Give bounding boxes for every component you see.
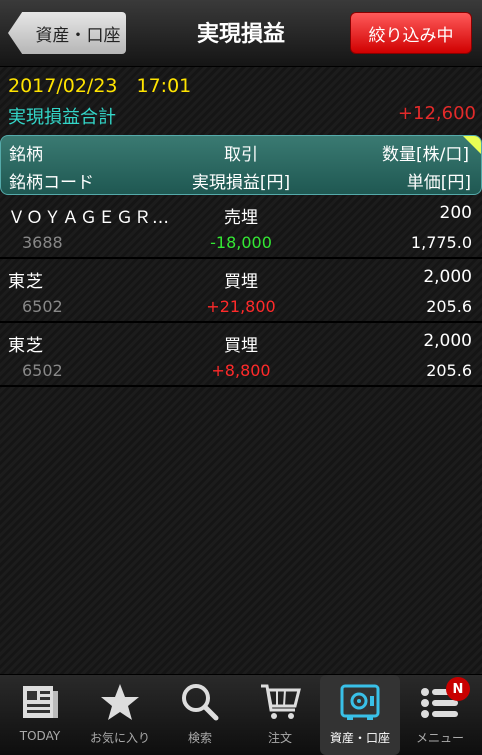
row-price: 205.6 (426, 361, 472, 380)
row-trade: 売埋 (224, 208, 258, 228)
row-qty: 200 (439, 203, 472, 223)
search-icon (160, 681, 240, 723)
content-area[interactable]: 2017/02/23 17:01 実現損益合計 +12,600 銘柄 取引 数量… (0, 67, 482, 674)
row-qty: 2,000 (423, 267, 472, 287)
tab-today[interactable]: TODAY (0, 675, 80, 755)
tab-label: 検索 (187, 731, 212, 745)
tab-order[interactable]: 注文 (240, 675, 320, 755)
tab-label: TODAY (19, 729, 61, 743)
tab-label: 注文 (267, 731, 292, 745)
header-bar: 資産・口座 実現損益 絞り込み中 (0, 0, 482, 67)
star-icon (80, 681, 160, 723)
tab-assets[interactable]: 資産・口座 (320, 675, 400, 755)
summary-value: +12,600 (397, 103, 476, 124)
safe-icon (320, 681, 400, 723)
table-row[interactable]: ＶＯＹＡＧＥＧＲ… 3688 売埋 -18,000 200 1,775.0 (0, 195, 482, 259)
table-row[interactable]: 東芝 6502 買埋 +8,800 2,000 205.6 (0, 323, 482, 387)
tab-search[interactable]: 検索 (160, 675, 240, 755)
summary-row: 実現損益合計 +12,600 (8, 103, 476, 129)
row-pl: +8,800 (211, 361, 271, 380)
row-price: 1,775.0 (410, 233, 472, 252)
datetime-label: 2017/02/23 17:01 (8, 75, 192, 97)
row-pl: +21,800 (206, 297, 276, 316)
summary-label: 実現損益合計 (8, 107, 116, 128)
sort-corner-icon (463, 136, 481, 154)
newspaper-icon (0, 681, 80, 723)
bottom-tab-bar: TODAY お気に入り 検索 注文 資産・口座 N メニュー (0, 674, 482, 755)
table-row[interactable]: 東芝 6502 買埋 +21,800 2,000 205.6 (0, 259, 482, 323)
tab-menu[interactable]: N メニュー (400, 675, 480, 755)
tab-favorites[interactable]: お気に入り (80, 675, 160, 755)
row-qty: 2,000 (423, 331, 472, 351)
tab-label: 資産・口座 (329, 731, 390, 745)
col-header-qty: 数量[株/口] (382, 145, 469, 165)
tab-label: お気に入り (89, 731, 150, 745)
row-trade: 買埋 (224, 336, 258, 356)
column-header[interactable]: 銘柄 取引 数量[株/口] 銘柄コード 実現損益[円] 単価[円] (0, 135, 482, 195)
cart-icon (240, 681, 320, 723)
tab-label: メニュー (415, 731, 464, 745)
col-header-price: 単価[円] (406, 173, 471, 193)
row-pl: -18,000 (210, 233, 272, 252)
notification-badge: N (446, 677, 470, 701)
row-trade: 買埋 (224, 272, 258, 292)
filter-button[interactable]: 絞り込み中 (350, 12, 472, 54)
row-price: 205.6 (426, 297, 472, 316)
